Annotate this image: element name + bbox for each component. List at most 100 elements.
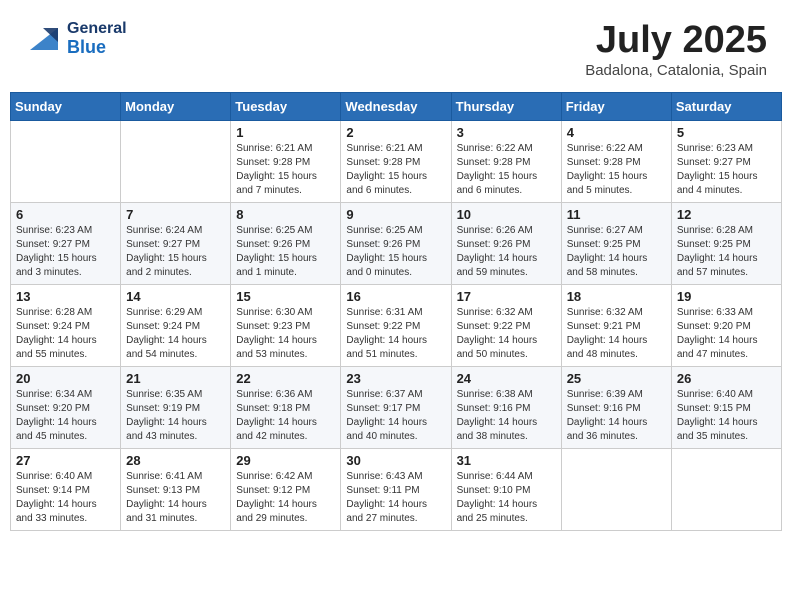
day-content: Sunrise: 6:37 AMSunset: 9:17 PMDaylight:…	[346, 388, 445, 444]
day-content: Sunrise: 6:22 AMSunset: 9:28 PMDaylight:…	[457, 142, 556, 198]
day-content: Sunrise: 6:39 AMSunset: 9:16 PMDaylight:…	[567, 388, 666, 444]
day-number: 30	[346, 453, 445, 468]
day-content: Sunrise: 6:24 AMSunset: 9:27 PMDaylight:…	[126, 224, 225, 280]
calendar-cell: 7 Sunrise: 6:24 AMSunset: 9:27 PMDaylight…	[121, 202, 231, 284]
calendar-cell: 3 Sunrise: 6:22 AMSunset: 9:28 PMDaylight…	[451, 120, 561, 202]
week-row-2: 6Sunrise: 6:23 AMSunset: 9:27 PMDaylight…	[11, 202, 782, 284]
calendar-cell: 22 Sunrise: 6:36 AMSunset: 9:18 PMDayligh…	[231, 366, 341, 448]
day-number: 21	[126, 371, 225, 386]
logo-general: General	[67, 20, 127, 38]
calendar-cell	[671, 448, 781, 530]
day-number: 15	[236, 289, 335, 304]
day-number: 11	[567, 207, 666, 222]
day-number: 28	[126, 453, 225, 468]
day-number: 4	[567, 125, 666, 140]
day-number: 23	[346, 371, 445, 386]
day-content: Sunrise: 6:22 AMSunset: 9:28 PMDaylight:…	[567, 142, 666, 198]
calendar-table: SundayMondayTuesdayWednesdayThursdayFrid…	[10, 92, 782, 531]
calendar-cell: 21Sunrise: 6:35 AMSunset: 9:19 PMDayligh…	[121, 366, 231, 448]
day-content: Sunrise: 6:32 AMSunset: 9:22 PMDaylight:…	[457, 306, 556, 362]
day-number: 5	[677, 125, 776, 140]
calendar-cell: 2 Sunrise: 6:21 AMSunset: 9:28 PMDaylight…	[341, 120, 451, 202]
day-number: 8	[236, 207, 335, 222]
week-row-4: 20 Sunrise: 6:34 AMSunset: 9:20 PMDayligh…	[11, 366, 782, 448]
calendar-cell: 11 Sunrise: 6:27 AMSunset: 9:25 PMDayligh…	[561, 202, 671, 284]
day-content: Sunrise: 6:29 AMSunset: 9:24 PMDaylight:…	[126, 306, 225, 362]
day-content: Sunrise: 6:25 AMSunset: 9:26 PMDaylight:…	[346, 224, 445, 280]
day-content: Sunrise: 6:23 AMSunset: 9:27 PMDaylight:…	[16, 224, 115, 280]
logo-text: General Blue	[67, 20, 127, 57]
calendar-cell: 13Sunrise: 6:28 AMSunset: 9:24 PMDayligh…	[11, 284, 121, 366]
day-content: Sunrise: 6:21 AMSunset: 9:28 PMDaylight:…	[236, 142, 335, 198]
day-content: Sunrise: 6:23 AMSunset: 9:27 PMDaylight:…	[677, 142, 776, 198]
day-number: 14	[126, 289, 225, 304]
weekday-header-sunday: Sunday	[11, 92, 121, 120]
calendar-cell: 28 Sunrise: 6:41 AMSunset: 9:13 PMDayligh…	[121, 448, 231, 530]
day-content: Sunrise: 6:40 AMSunset: 9:15 PMDaylight:…	[677, 388, 776, 444]
day-number: 10	[457, 207, 556, 222]
weekday-header-wednesday: Wednesday	[341, 92, 451, 120]
day-number: 27	[16, 453, 115, 468]
day-content: Sunrise: 6:31 AMSunset: 9:22 PMDaylight:…	[346, 306, 445, 362]
calendar-cell: 24 Sunrise: 6:38 AMSunset: 9:16 PMDayligh…	[451, 366, 561, 448]
day-number: 12	[677, 207, 776, 222]
calendar-cell	[561, 448, 671, 530]
calendar-cell: 16 Sunrise: 6:31 AMSunset: 9:22 PMDayligh…	[341, 284, 451, 366]
logo: General Blue	[25, 20, 127, 58]
logo-icon	[25, 20, 63, 58]
day-content: Sunrise: 6:42 AMSunset: 9:12 PMDaylight:…	[236, 470, 335, 526]
calendar-cell: 1 Sunrise: 6:21 AMSunset: 9:28 PMDaylight…	[231, 120, 341, 202]
week-row-3: 13Sunrise: 6:28 AMSunset: 9:24 PMDayligh…	[11, 284, 782, 366]
week-row-1: 1 Sunrise: 6:21 AMSunset: 9:28 PMDaylight…	[11, 120, 782, 202]
calendar-cell: 9Sunrise: 6:25 AMSunset: 9:26 PMDaylight…	[341, 202, 451, 284]
day-content: Sunrise: 6:43 AMSunset: 9:11 PMDaylight:…	[346, 470, 445, 526]
day-content: Sunrise: 6:28 AMSunset: 9:24 PMDaylight:…	[16, 306, 115, 362]
calendar-cell: 20 Sunrise: 6:34 AMSunset: 9:20 PMDayligh…	[11, 366, 121, 448]
day-content: Sunrise: 6:27 AMSunset: 9:25 PMDaylight:…	[567, 224, 666, 280]
day-content: Sunrise: 6:21 AMSunset: 9:28 PMDaylight:…	[346, 142, 445, 198]
day-number: 19	[677, 289, 776, 304]
calendar-cell: 15 Sunrise: 6:30 AMSunset: 9:23 PMDayligh…	[231, 284, 341, 366]
calendar-cell: 18 Sunrise: 6:32 AMSunset: 9:21 PMDayligh…	[561, 284, 671, 366]
day-number: 26	[677, 371, 776, 386]
day-content: Sunrise: 6:34 AMSunset: 9:20 PMDaylight:…	[16, 388, 115, 444]
day-number: 20	[16, 371, 115, 386]
calendar-cell: 12 Sunrise: 6:28 AMSunset: 9:25 PMDayligh…	[671, 202, 781, 284]
weekday-header-friday: Friday	[561, 92, 671, 120]
day-content: Sunrise: 6:44 AMSunset: 9:10 PMDaylight:…	[457, 470, 556, 526]
day-content: Sunrise: 6:32 AMSunset: 9:21 PMDaylight:…	[567, 306, 666, 362]
weekday-header-tuesday: Tuesday	[231, 92, 341, 120]
calendar-cell: 8Sunrise: 6:25 AMSunset: 9:26 PMDaylight…	[231, 202, 341, 284]
calendar-cell: 25Sunrise: 6:39 AMSunset: 9:16 PMDayligh…	[561, 366, 671, 448]
day-number: 18	[567, 289, 666, 304]
day-content: Sunrise: 6:30 AMSunset: 9:23 PMDaylight:…	[236, 306, 335, 362]
day-number: 16	[346, 289, 445, 304]
day-number: 3	[457, 125, 556, 140]
title-block: July 2025 Badalona, Catalonia, Spain	[585, 20, 767, 79]
weekday-header-thursday: Thursday	[451, 92, 561, 120]
calendar-cell	[11, 120, 121, 202]
day-content: Sunrise: 6:33 AMSunset: 9:20 PMDaylight:…	[677, 306, 776, 362]
calendar-cell: 31Sunrise: 6:44 AMSunset: 9:10 PMDayligh…	[451, 448, 561, 530]
calendar-cell: 29Sunrise: 6:42 AMSunset: 9:12 PMDayligh…	[231, 448, 341, 530]
calendar-cell: 23 Sunrise: 6:37 AMSunset: 9:17 PMDayligh…	[341, 366, 451, 448]
day-number: 17	[457, 289, 556, 304]
calendar-cell	[121, 120, 231, 202]
calendar-cell: 27Sunrise: 6:40 AMSunset: 9:14 PMDayligh…	[11, 448, 121, 530]
day-number: 1	[236, 125, 335, 140]
weekday-header-saturday: Saturday	[671, 92, 781, 120]
day-content: Sunrise: 6:36 AMSunset: 9:18 PMDaylight:…	[236, 388, 335, 444]
calendar-cell: 14 Sunrise: 6:29 AMSunset: 9:24 PMDayligh…	[121, 284, 231, 366]
day-content: Sunrise: 6:38 AMSunset: 9:16 PMDaylight:…	[457, 388, 556, 444]
calendar-cell: 4 Sunrise: 6:22 AMSunset: 9:28 PMDaylight…	[561, 120, 671, 202]
calendar-cell: 6Sunrise: 6:23 AMSunset: 9:27 PMDaylight…	[11, 202, 121, 284]
day-content: Sunrise: 6:41 AMSunset: 9:13 PMDaylight:…	[126, 470, 225, 526]
day-number: 24	[457, 371, 556, 386]
page-header: General Blue July 2025 Badalona, Catalon…	[10, 10, 782, 84]
calendar-cell: 19 Sunrise: 6:33 AMSunset: 9:20 PMDayligh…	[671, 284, 781, 366]
day-content: Sunrise: 6:28 AMSunset: 9:25 PMDaylight:…	[677, 224, 776, 280]
day-number: 7	[126, 207, 225, 222]
day-number: 2	[346, 125, 445, 140]
weekday-header-monday: Monday	[121, 92, 231, 120]
day-number: 22	[236, 371, 335, 386]
